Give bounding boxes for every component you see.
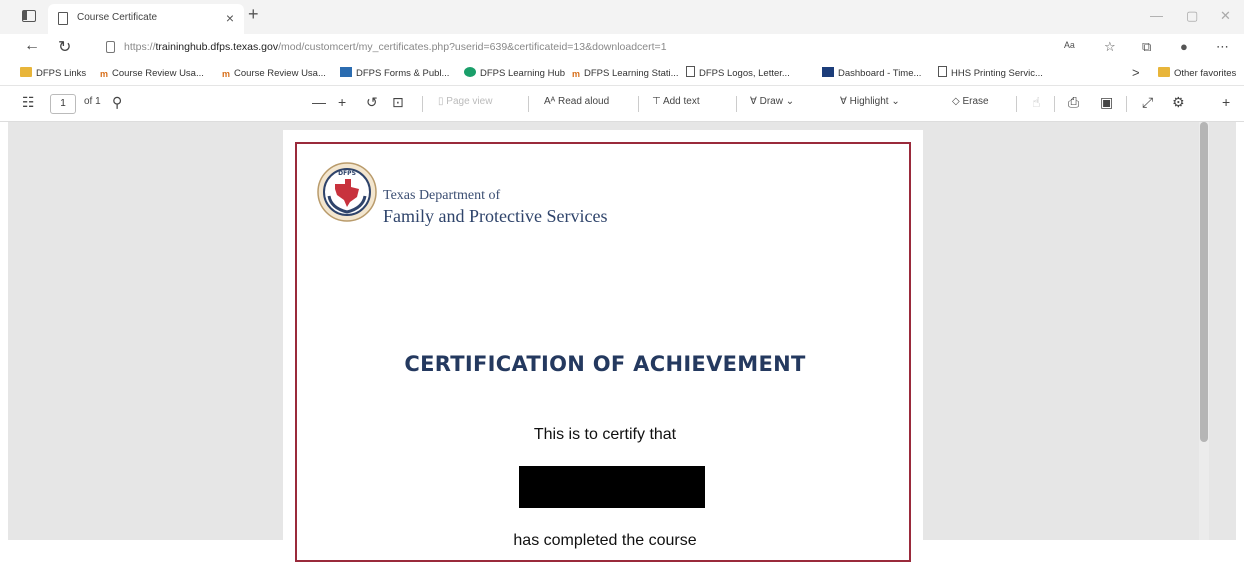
add-text-button[interactable]: ⊤ Add text <box>652 96 700 107</box>
viewer-scrollbar[interactable] <box>1199 122 1209 540</box>
maximize-icon[interactable]: ▢ <box>1186 8 1198 24</box>
favorite-course-review-1[interactable]: m Course Review Usa... <box>100 66 204 82</box>
moodle-icon: m <box>572 69 581 79</box>
close-window-icon[interactable]: ✕ <box>1220 8 1231 24</box>
folder-icon <box>20 67 32 77</box>
dashboard-icon <box>822 67 834 77</box>
zoom-out-icon[interactable]: — <box>312 94 326 110</box>
toolbar-divider <box>1016 96 1017 112</box>
pdf-toolbar: ☷ 1 of 1 ⚲ — + ↺ ⊡ ▯ Page view Aᴬ Read a… <box>0 86 1244 122</box>
favorite-dfps-learning-stati[interactable]: m DFPS Learning Stati... <box>572 66 679 82</box>
fullscreen-icon[interactable]: ⤢ <box>1142 94 1153 111</box>
zoom-in-icon[interactable]: + <box>338 94 346 110</box>
favorite-dfps-links[interactable]: DFPS Links <box>20 66 86 82</box>
refresh-icon[interactable]: ↻ <box>58 37 71 57</box>
favorite-dashboard[interactable]: Dashboard - Time... <box>822 66 921 82</box>
minimize-icon[interactable]: — <box>1150 8 1163 23</box>
page-icon <box>58 12 68 25</box>
erase-button[interactable]: ◇ Erase <box>952 96 989 107</box>
completed-text: has completed the course <box>513 532 697 549</box>
pdf-viewer[interactable]: DFPS Texas Department of Family and Prot… <box>8 122 1236 562</box>
redacted-name <box>519 466 705 508</box>
favorite-dfps-learning-hub[interactable]: DFPS Learning Hub <box>464 66 565 82</box>
certificate-border: DFPS Texas Department of Family and Prot… <box>295 142 911 562</box>
page-icon <box>938 66 947 77</box>
add-icon[interactable]: + <box>1222 94 1230 110</box>
tab-actions-icon[interactable] <box>22 10 36 22</box>
toolbar-divider <box>1054 96 1055 112</box>
globe-icon <box>464 67 476 77</box>
print-icon[interactable]: ⎙ <box>1068 94 1079 111</box>
moodle-icon: m <box>222 69 231 79</box>
favorites-bar: DFPS Links m Course Review Usa... m Course… <box>0 62 1244 86</box>
settings-gear-icon[interactable]: ⚙ <box>1172 94 1185 111</box>
toolbar-divider <box>638 96 639 112</box>
url-text: https://traininghub.dfps.texas.gov/mod/c… <box>124 41 667 53</box>
table-of-contents-icon[interactable]: ☷ <box>22 94 35 111</box>
svg-text:DFPS: DFPS <box>338 170 356 177</box>
certify-text: This is to certify that <box>533 426 677 443</box>
search-icon[interactable]: ⚲ <box>112 94 122 111</box>
agency-name-line2: Family and Protective Services <box>383 206 608 226</box>
table-icon <box>340 67 352 77</box>
favorite-course-review-2[interactable]: m Course Review Usa... <box>222 66 326 82</box>
draw-button[interactable]: ∀ Draw ⌄ <box>750 96 794 107</box>
new-tab-icon[interactable]: + <box>248 4 259 25</box>
favorites-star-icon[interactable]: ☆ <box>1104 39 1116 55</box>
url-field[interactable]: https://traininghub.dfps.texas.gov/mod/c… <box>96 36 1076 60</box>
toolbar-divider <box>736 96 737 112</box>
page-view-button[interactable]: ▯ Page view <box>438 96 492 107</box>
moodle-icon: m <box>100 69 109 79</box>
certificate-title: CERTIFICATION OF ACHIEVEMENT <box>404 352 806 376</box>
read-aloud-icon[interactable]: ᴬᵃ <box>1064 39 1075 54</box>
favorite-hhs-printing[interactable]: HHS Printing Servic... <box>938 66 1043 82</box>
page-icon <box>686 66 695 77</box>
tab-title: Course Certificate <box>77 12 158 23</box>
favorite-dfps-forms[interactable]: DFPS Forms & Publ... <box>340 66 449 82</box>
address-bar: ← ↻ https://traininghub.dfps.texas.gov/m… <box>0 34 1244 62</box>
fit-page-icon[interactable]: ⊡ <box>392 94 404 111</box>
scrollbar-thumb[interactable] <box>1200 122 1208 442</box>
pdf-page: DFPS Texas Department of Family and Prot… <box>283 130 923 562</box>
more-menu-icon[interactable]: ⋯ <box>1216 39 1229 55</box>
favorites-overflow-icon[interactable]: > <box>1132 65 1140 80</box>
favorite-dfps-logos[interactable]: DFPS Logos, Letter... <box>686 66 790 82</box>
tab-course-certificate[interactable]: Course Certificate × <box>48 4 244 34</box>
touch-select-icon[interactable]: ☝ <box>1032 94 1041 111</box>
save-icon[interactable]: ▣ <box>1100 94 1113 111</box>
folder-icon <box>1158 67 1170 77</box>
agency-name-line1: Texas Department of <box>383 188 501 203</box>
toolbar-divider <box>1126 96 1127 112</box>
tab-bar: Course Certificate × + — ▢ ✕ <box>0 0 1244 34</box>
rotate-icon[interactable]: ↺ <box>366 94 378 111</box>
lock-icon[interactable] <box>106 41 115 53</box>
highlight-button[interactable]: ∀ Highlight ⌄ <box>840 96 900 107</box>
tab-close-icon[interactable]: × <box>226 10 234 26</box>
page-count: of 1 <box>84 96 101 107</box>
profile-avatar-icon[interactable]: ● <box>1180 39 1188 54</box>
toolbar-divider <box>422 96 423 112</box>
page-number-input[interactable]: 1 <box>50 94 76 114</box>
back-icon[interactable]: ← <box>24 37 40 55</box>
dfps-seal-icon: DFPS <box>317 162 377 222</box>
collections-icon[interactable]: ⧉ <box>1142 39 1151 55</box>
read-aloud-button[interactable]: Aᴬ Read aloud <box>544 96 609 107</box>
favorite-other-favorites[interactable]: Other favorites <box>1158 66 1236 82</box>
toolbar-divider <box>528 96 529 112</box>
